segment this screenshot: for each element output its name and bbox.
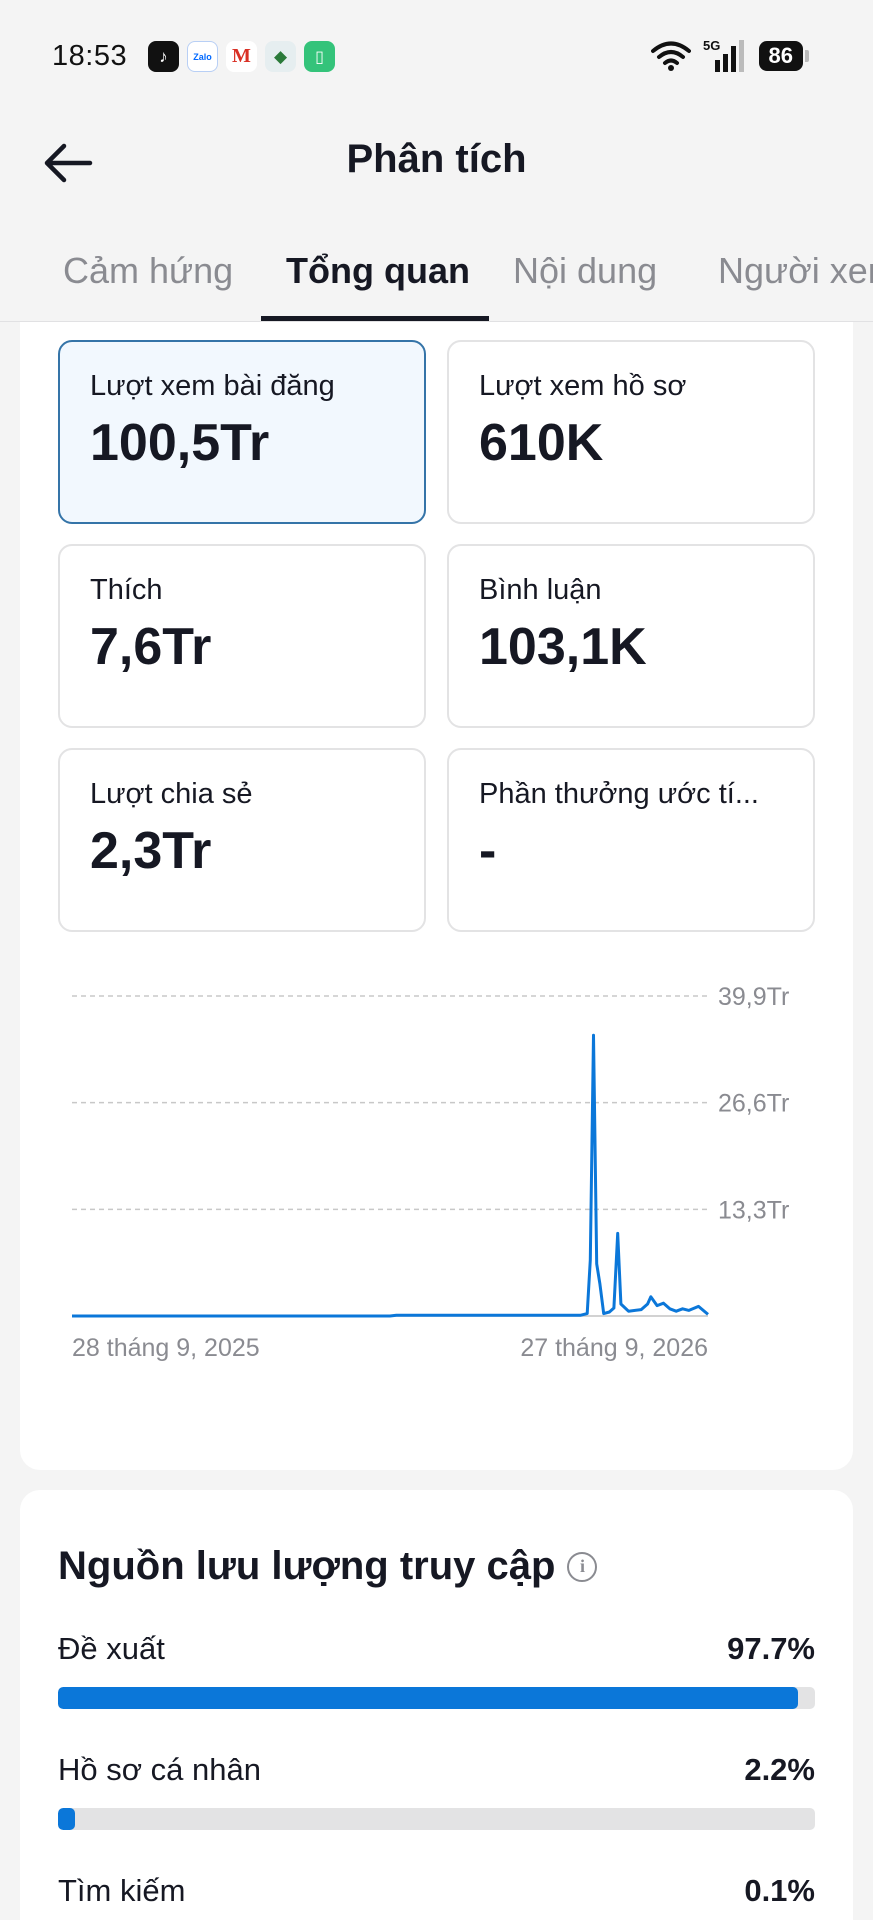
source-bar-fill	[58, 1687, 798, 1709]
status-time: 18:53	[52, 40, 128, 72]
stat-value: 610K	[479, 414, 604, 472]
chart-series-line	[72, 1033, 709, 1318]
stat-value: 2,3Tr	[90, 822, 212, 880]
source-name: Tìm kiếm	[58, 1873, 186, 1908]
info-icon[interactable]: i	[567, 1551, 598, 1582]
source-percent: 97.7%	[727, 1631, 815, 1666]
tiktok-icon: ♪	[148, 41, 179, 72]
tab-viewers[interactable]: Người xem	[718, 250, 873, 292]
stat-label: Bình luận	[479, 574, 602, 606]
x-start-label: 28 tháng 9, 2025	[72, 1334, 260, 1362]
page-title: Phân tích	[346, 137, 527, 181]
traffic-sources-card: Nguồn lưu lượng truy cập i Đề xuất 97.7%…	[20, 1490, 853, 1920]
notification-icons: ♪ Zalo M ◆ ▯	[148, 41, 335, 72]
stat-label: Lượt xem hồ sơ	[479, 370, 687, 402]
tab-active-indicator	[261, 316, 489, 321]
y-tick-label: 39,9Tr	[718, 983, 789, 1011]
battery-saver-icon: ▯	[304, 41, 335, 72]
network-type: 5G	[703, 38, 720, 53]
stat-likes[interactable]: Thích 7,6Tr	[58, 544, 426, 728]
source-name: Đề xuất	[58, 1631, 165, 1666]
zalo-icon: Zalo	[187, 41, 218, 72]
source-bar-fill	[58, 1808, 75, 1830]
stat-profile-views[interactable]: Lượt xem hồ sơ 610K	[447, 340, 815, 524]
battery-indicator: 86	[758, 41, 810, 71]
source-name: Hồ sơ cá nhân	[58, 1752, 261, 1787]
stat-label: Phần thưởng ước tí...	[479, 778, 759, 810]
source-bar-track	[58, 1687, 815, 1709]
system-status: 5G 86	[650, 38, 810, 74]
stat-value: 103,1K	[479, 618, 647, 676]
chart-svg: 13,3Tr 26,6Tr 39,9Tr 28 tháng 9, 2025 27 t…	[72, 983, 789, 1362]
chart-gridlines	[72, 995, 708, 1211]
status-bar: 18:53 ♪ Zalo M ◆ ▯ 5G 86	[0, 0, 873, 115]
source-percent: 0.1%	[744, 1873, 815, 1908]
stat-comments[interactable]: Bình luận 103,1K	[447, 544, 815, 728]
overview-card: Lượt xem bài đăng 100,5Tr Lượt xem hồ sơ…	[20, 322, 853, 1470]
tab-content[interactable]: Nội dung	[513, 250, 657, 292]
stat-shares[interactable]: Lượt chia sẻ 2,3Tr	[58, 748, 426, 932]
y-tick-label: 26,6Tr	[718, 1090, 789, 1118]
source-bar-track	[58, 1808, 815, 1830]
y-tick-label: 13,3Tr	[718, 1196, 789, 1224]
gmail-icon: M	[226, 41, 257, 72]
chart-y-ticks: 13,3Tr 26,6Tr 39,9Tr	[718, 983, 789, 1224]
stat-value: 100,5Tr	[90, 414, 270, 472]
stat-label: Lượt chia sẻ	[90, 778, 253, 810]
stat-label: Thích	[90, 574, 163, 606]
x-end-label: 27 tháng 9, 2026	[520, 1334, 708, 1362]
stat-value: -	[479, 822, 497, 880]
stat-label: Lượt xem bài đăng	[90, 370, 335, 402]
tab-inspiration[interactable]: Cảm hứng	[63, 250, 233, 292]
signal-icon: 5G	[703, 38, 744, 72]
traffic-title: Nguồn lưu lượng truy cập i	[58, 1544, 598, 1589]
stat-value: 7,6Tr	[90, 618, 212, 676]
source-percent: 2.2%	[744, 1752, 815, 1787]
stat-estimated-rewards[interactable]: Phần thưởng ước tí... -	[447, 748, 815, 932]
wifi-icon	[650, 41, 691, 71]
shield-icon: ◆	[265, 41, 296, 72]
tab-bar: Cảm hứng Tổng quan Nội dung Người xem	[0, 230, 873, 322]
traffic-title-text: Nguồn lưu lượng truy cập	[58, 1544, 556, 1588]
tab-overview[interactable]: Tổng quan	[286, 250, 470, 292]
page-header: Phân tích	[0, 115, 873, 230]
stat-post-views[interactable]: Lượt xem bài đăng 100,5Tr	[58, 340, 426, 524]
